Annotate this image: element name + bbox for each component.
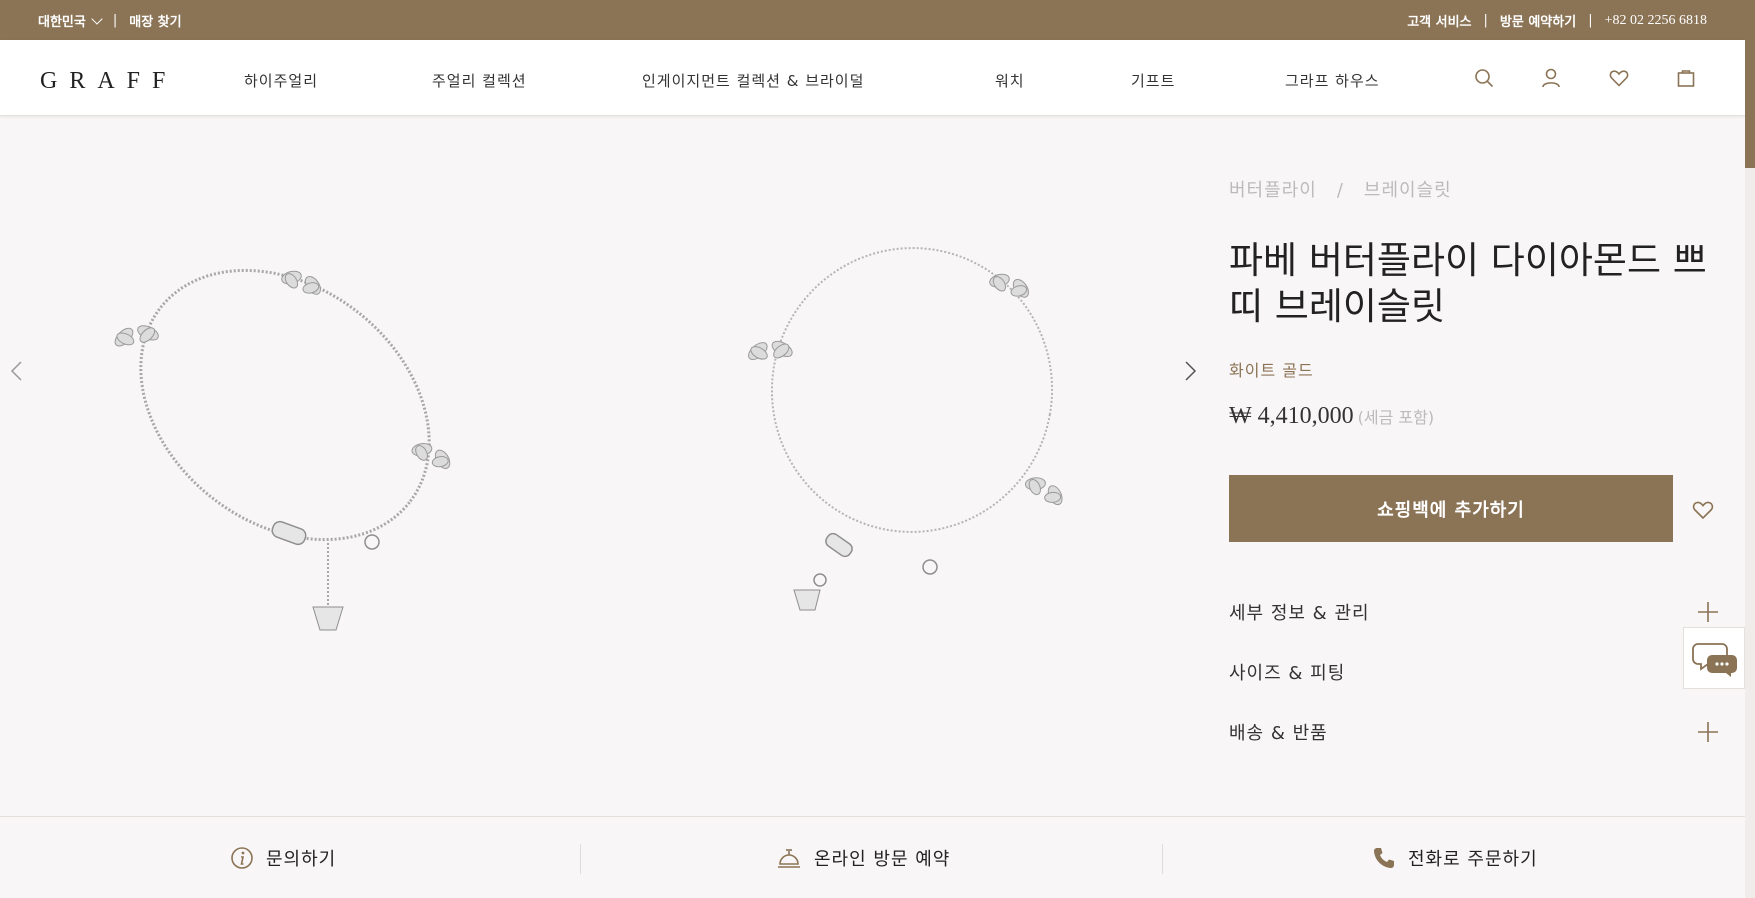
chat-widget[interactable] bbox=[1683, 627, 1745, 689]
accordion-label: 사이즈 & 피팅 bbox=[1229, 663, 1346, 684]
accordion-label: 배송 & 반품 bbox=[1229, 723, 1328, 744]
accordion-details-care[interactable]: 세부 정보 & 관리 bbox=[1229, 597, 1719, 627]
divider: | bbox=[1588, 13, 1593, 28]
product-image-1[interactable] bbox=[110, 255, 470, 640]
online-appointment-button[interactable]: 온라인 방문 예약 bbox=[776, 845, 950, 871]
top-utility-bar: 대한민국 | 매장 찾기 고객 서비스 | 방문 예약하기 | +82 02 2… bbox=[0, 0, 1755, 40]
heart-icon[interactable] bbox=[1608, 67, 1630, 89]
scrollbar-thumb[interactable] bbox=[1745, 0, 1755, 168]
graff-logo[interactable]: GRAFF bbox=[40, 68, 177, 95]
nav-item-watches[interactable]: 워치 bbox=[995, 70, 1025, 91]
product-metal: 화이트 골드 bbox=[1229, 361, 1314, 380]
accordion-delivery-returns[interactable]: 배송 & 반품 bbox=[1229, 717, 1719, 747]
divider: | bbox=[1483, 13, 1488, 28]
breadcrumb-separator: / bbox=[1336, 180, 1344, 201]
country-selector[interactable]: 대한민국 bbox=[38, 11, 103, 30]
chat-icon bbox=[1692, 643, 1737, 677]
breadcrumb: 버터플라이 / 브레이슬릿 bbox=[1229, 176, 1452, 202]
search-icon[interactable] bbox=[1473, 67, 1495, 89]
product-title: 파베 버터플라이 다이아몬드 쁘띠 브레이슬릿 bbox=[1229, 239, 1707, 328]
nav-item-graff-house[interactable]: 그라프 하우스 bbox=[1285, 70, 1380, 91]
order-by-phone-label: 전화로 주문하기 bbox=[1408, 849, 1538, 870]
accordion-size-fitting[interactable]: 사이즈 & 피팅 bbox=[1229, 657, 1719, 687]
breadcrumb-item-butterfly[interactable]: 버터플라이 bbox=[1229, 180, 1317, 201]
order-by-phone-button[interactable]: 전화로 주문하기 bbox=[1372, 845, 1538, 871]
product-price: ₩ 4,410,000 bbox=[1229, 403, 1354, 429]
add-to-bag-button[interactable]: 쇼핑백에 추가하기 bbox=[1229, 475, 1673, 542]
breadcrumb-item-bracelet[interactable]: 브레이슬릿 bbox=[1364, 180, 1452, 201]
nav-item-gifts[interactable]: 기프트 bbox=[1131, 70, 1175, 91]
country-label: 대한민국 bbox=[38, 15, 86, 30]
main-navigation: GRAFF 하이주얼리 주얼리 컬렉션 인게이지먼트 컬렉션 & 브라이덜 워치… bbox=[0, 40, 1745, 116]
user-icon[interactable] bbox=[1540, 67, 1562, 89]
plus-icon bbox=[1698, 602, 1718, 622]
book-appointment-link[interactable]: 방문 예약하기 bbox=[1500, 11, 1576, 30]
customer-service-link[interactable]: 고객 서비스 bbox=[1407, 11, 1471, 30]
online-appointment-label: 온라인 방문 예약 bbox=[814, 849, 951, 870]
info-icon bbox=[231, 847, 253, 869]
nav-item-jewellery-collections[interactable]: 주얼리 컬렉션 bbox=[432, 70, 527, 91]
inquiry-button[interactable]: 문의하기 bbox=[230, 845, 336, 871]
chevron-down-icon bbox=[91, 12, 103, 25]
accordion-label: 세부 정보 & 관리 bbox=[1229, 603, 1370, 624]
plus-icon bbox=[1698, 722, 1718, 742]
phone-icon bbox=[1374, 848, 1394, 868]
store-finder-link[interactable]: 매장 찾기 bbox=[129, 11, 181, 30]
nav-item-high-jewellery[interactable]: 하이주얼리 bbox=[244, 70, 318, 91]
chevron-left-icon[interactable] bbox=[6, 360, 28, 382]
divider bbox=[580, 844, 581, 874]
divider bbox=[1162, 844, 1163, 874]
chevron-right-icon[interactable] bbox=[1179, 360, 1201, 382]
phone-link[interactable]: +82 02 2256 6818 bbox=[1605, 13, 1707, 29]
scrollbar-track[interactable] bbox=[1745, 0, 1755, 898]
heart-icon[interactable] bbox=[1691, 498, 1715, 520]
inquiry-label: 문의하기 bbox=[266, 849, 337, 870]
contact-bar: 문의하기 온라인 방문 예약 전화로 주문하기 bbox=[0, 816, 1745, 898]
product-price-block: ₩ 4,410,000 (세금 포함) bbox=[1229, 403, 1434, 430]
tax-note: (세금 포함) bbox=[1357, 408, 1435, 427]
bell-icon bbox=[778, 849, 800, 868]
nav-item-engagement-bridal[interactable]: 인게이지먼트 컬렉션 & 브라이덜 bbox=[642, 70, 864, 91]
divider: | bbox=[112, 13, 118, 28]
bag-icon[interactable] bbox=[1675, 67, 1697, 89]
product-image-2[interactable] bbox=[740, 240, 1080, 620]
